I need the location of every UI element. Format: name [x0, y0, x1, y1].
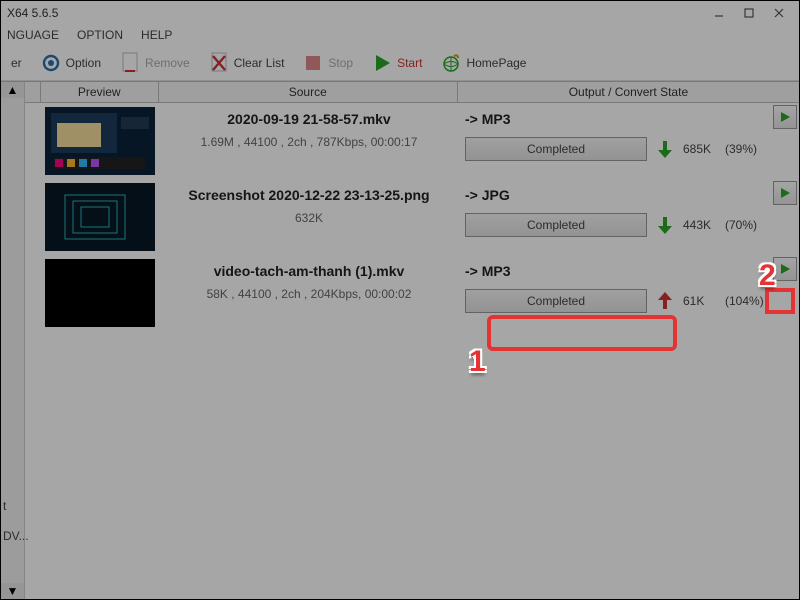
- output-cell: -> JPG Completed 443K (70%): [459, 179, 800, 245]
- file-name: Screenshot 2020-12-22 23-13-25.png: [165, 187, 453, 203]
- table-row[interactable]: video-tach-am-thanh (1).mkv 58K , 44100 …: [1, 255, 799, 331]
- left-label-t: t: [3, 499, 6, 513]
- annotation-one: 1: [469, 345, 486, 379]
- menu-item-help[interactable]: HELP: [141, 28, 172, 42]
- remove-button[interactable]: Remove: [115, 50, 194, 76]
- preview-cell: [41, 179, 159, 255]
- homepage-button[interactable]: HomePage: [436, 50, 530, 76]
- file-remove-icon: [119, 52, 141, 74]
- menu-item-language[interactable]: NGUAGE: [7, 28, 59, 42]
- output-size: 443K: [683, 218, 717, 232]
- play-output-button[interactable]: [773, 257, 797, 281]
- thumbnail-icon: [45, 107, 155, 175]
- start-icon: [371, 52, 393, 74]
- status-button[interactable]: Completed: [465, 213, 647, 237]
- arrow-up-icon: [655, 291, 675, 311]
- scroll-down-icon[interactable]: ▼: [1, 583, 24, 599]
- file-clear-icon: [208, 52, 230, 74]
- file-name: 2020-09-19 21-58-57.mkv: [165, 111, 453, 127]
- scroll-up-icon[interactable]: ▲: [1, 82, 24, 98]
- output-format: -> MP3: [465, 111, 795, 127]
- close-button[interactable]: [765, 3, 793, 23]
- header-output[interactable]: Output / Convert State: [458, 82, 799, 102]
- option-button[interactable]: Option: [36, 50, 105, 76]
- header-source[interactable]: Source: [159, 82, 458, 102]
- toolbar-er[interactable]: er: [7, 54, 26, 72]
- left-label-dv: DV...: [3, 529, 29, 543]
- file-size: 632K: [165, 211, 453, 225]
- clear-list-button[interactable]: Clear List: [204, 50, 289, 76]
- gear-icon: [40, 52, 62, 74]
- play-output-button[interactable]: [773, 105, 797, 129]
- stop-icon: [302, 52, 324, 74]
- output-percent: (104%): [725, 294, 764, 308]
- window-title: X64 5.6.5: [7, 6, 58, 20]
- output-format: -> MP3: [465, 263, 795, 279]
- window-controls: [705, 3, 793, 23]
- file-info: 1.69M , 44100 , 2ch , 787Kbps, 00:00:17: [165, 135, 453, 149]
- menu-item-option[interactable]: OPTION: [77, 28, 123, 42]
- file-name: video-tach-am-thanh (1).mkv: [165, 263, 453, 279]
- status-button[interactable]: Completed: [465, 289, 647, 313]
- output-size: 61K: [683, 294, 717, 308]
- header-preview[interactable]: Preview: [41, 82, 159, 102]
- minimize-button[interactable]: [705, 3, 733, 23]
- file-info: 58K , 44100 , 2ch , 204Kbps, 00:00:02: [165, 287, 453, 301]
- rows-area: 2020-09-19 21-58-57.mkv 1.69M , 44100 , …: [1, 103, 799, 331]
- column-headers: Preview Source Output / Convert State: [1, 81, 799, 103]
- preview-cell: [41, 255, 159, 331]
- menu-bar: NGUAGE OPTION HELP: [1, 25, 799, 45]
- toolbar: er Option Remove Clear List Stop Start H…: [1, 45, 799, 81]
- preview-cell: [41, 103, 159, 179]
- output-cell: -> MP3 Completed 61K (104%): [459, 255, 800, 321]
- output-size: 685K: [683, 142, 717, 156]
- table-row[interactable]: Screenshot 2020-12-22 23-13-25.png 632K …: [1, 179, 799, 255]
- globe-icon: [440, 52, 462, 74]
- source-cell: 2020-09-19 21-58-57.mkv 1.69M , 44100 , …: [159, 103, 459, 157]
- arrow-down-icon: [655, 139, 675, 159]
- status-button[interactable]: Completed: [465, 137, 647, 161]
- stop-button[interactable]: Stop: [298, 50, 357, 76]
- output-cell: -> MP3 Completed 685K (39%): [459, 103, 800, 169]
- start-button[interactable]: Start: [367, 50, 426, 76]
- output-percent: (70%): [725, 218, 757, 232]
- source-cell: video-tach-am-thanh (1).mkv 58K , 44100 …: [159, 255, 459, 309]
- table-row[interactable]: 2020-09-19 21-58-57.mkv 1.69M , 44100 , …: [1, 103, 799, 179]
- arrow-down-icon: [655, 215, 675, 235]
- thumbnail-icon: [45, 183, 155, 251]
- title-bar: X64 5.6.5: [1, 1, 799, 25]
- output-percent: (39%): [725, 142, 757, 156]
- thumbnail-icon: [45, 259, 155, 327]
- maximize-button[interactable]: [735, 3, 763, 23]
- left-scrollbar[interactable]: ▲ ▼: [1, 82, 25, 599]
- output-format: -> JPG: [465, 187, 795, 203]
- play-output-button[interactable]: [773, 181, 797, 205]
- source-cell: Screenshot 2020-12-22 23-13-25.png 632K: [159, 179, 459, 233]
